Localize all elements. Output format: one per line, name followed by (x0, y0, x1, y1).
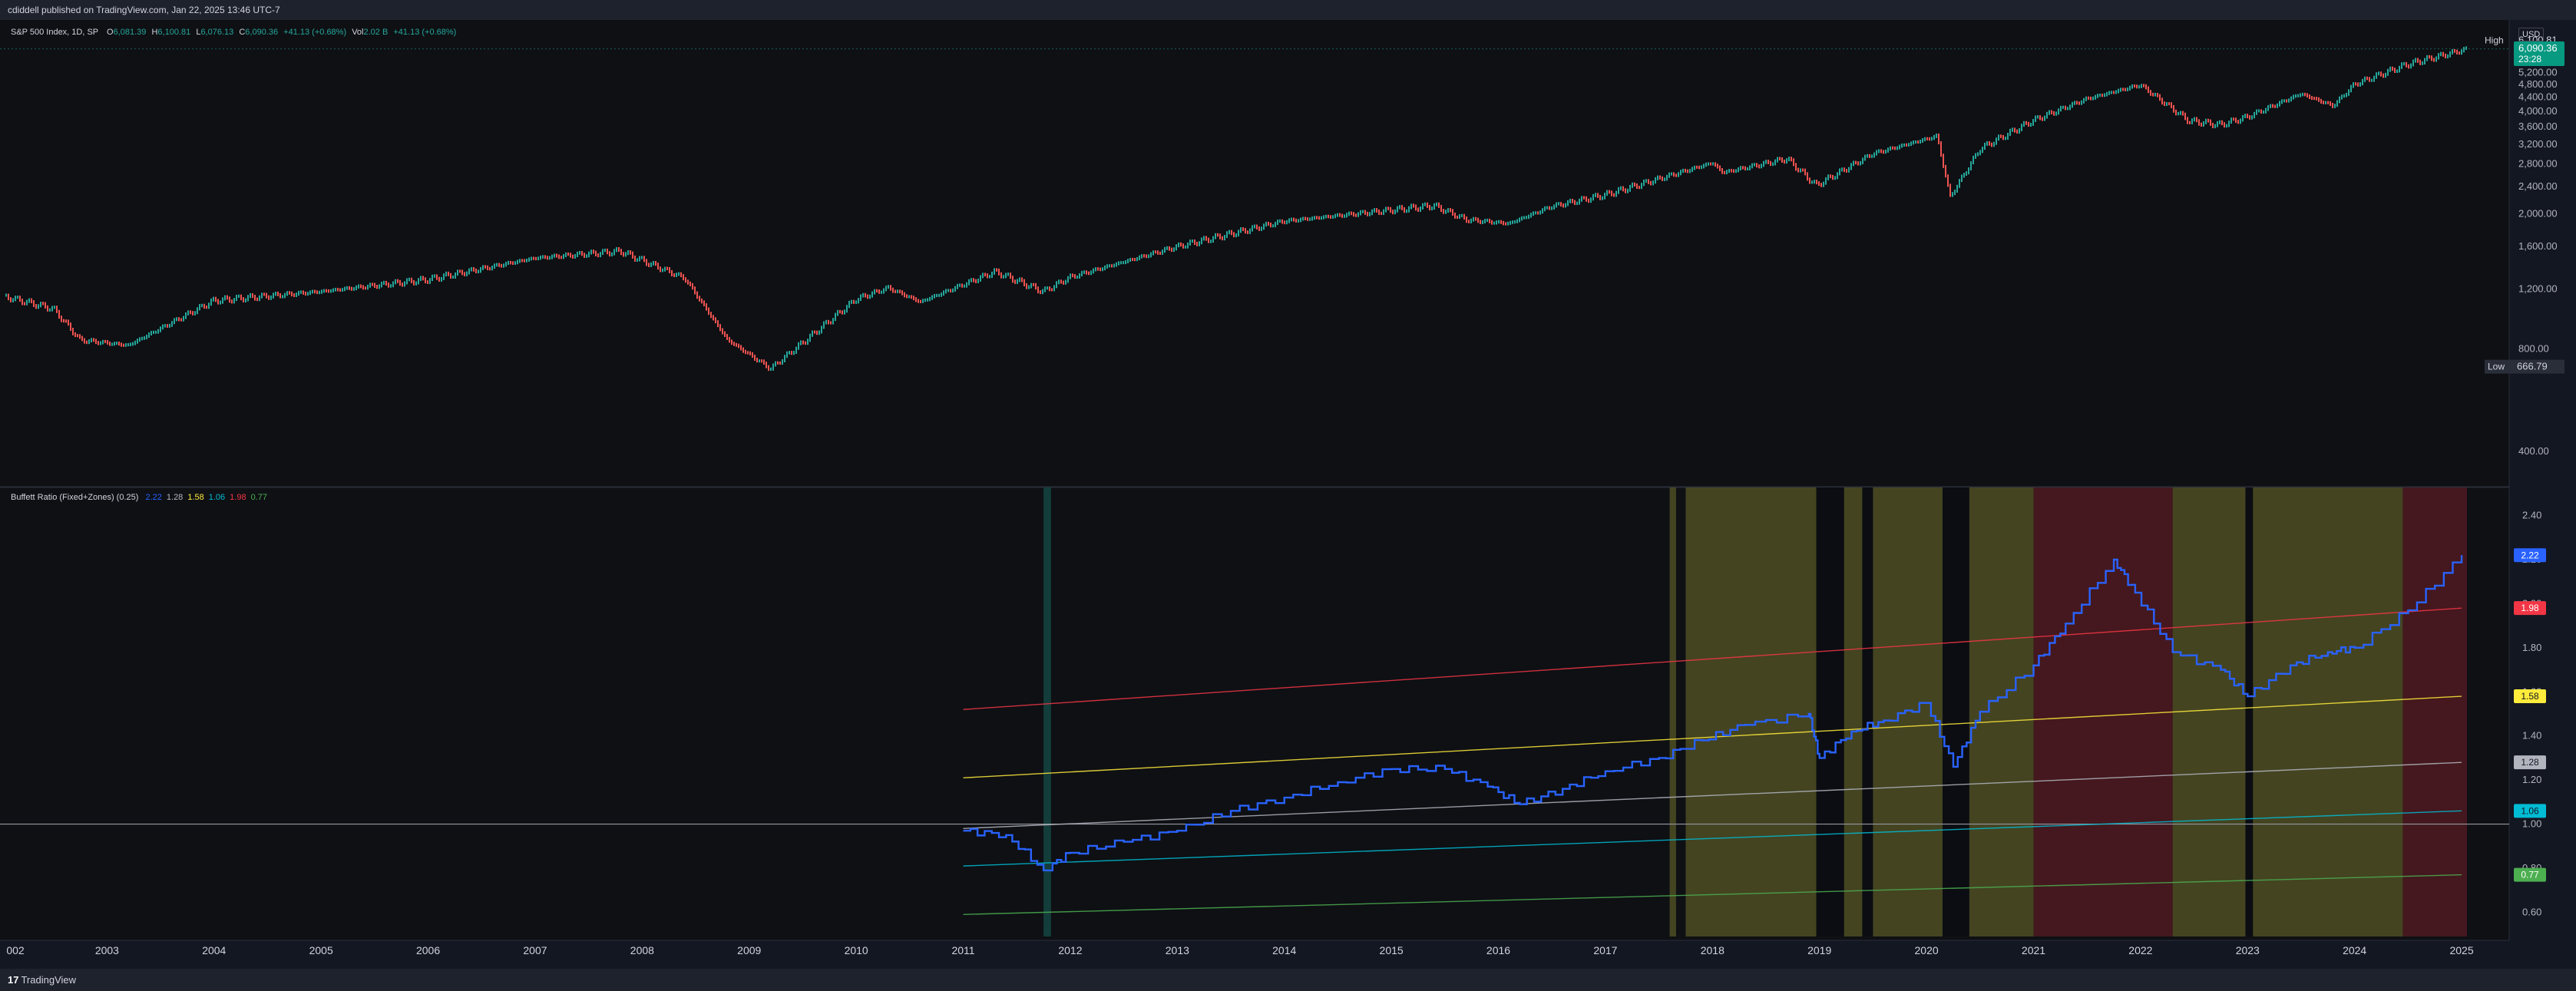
time-tick-label: 2015 (1380, 944, 1404, 956)
zone-yellow (1685, 487, 1817, 936)
price-tick-label: 1,200.00 (2518, 283, 2558, 295)
zone-dark (1862, 487, 1873, 936)
ratio-tick-label: 1.00 (2522, 818, 2541, 830)
price-tick-label: 4,800.00 (2518, 78, 2558, 90)
open-value: 6,081.39 (113, 28, 147, 37)
high-label: High (2485, 35, 2504, 46)
low-label: Low (2488, 362, 2505, 372)
volume-change: +41.13 (+0.68%) (393, 28, 457, 37)
zone-teal (1043, 487, 1051, 936)
price-tick-label: 800.00 (2518, 343, 2549, 355)
price-tick-label: 3,200.00 (2518, 138, 2558, 150)
indicator-value: 1.28 (166, 493, 184, 502)
time-tick-label: 2009 (737, 944, 761, 956)
price-tick-label: 2,000.00 (2518, 207, 2558, 219)
indicator-value: 1.58 (187, 493, 204, 502)
indicator-legend[interactable]: Buffett Ratio (Fixed+Zones) (0.25) 2.22 1… (11, 493, 267, 502)
chart-canvas[interactable]: 400.00 800.00 1,200.00 1,600.00 2,000.00 2,40… (0, 20, 2576, 969)
low-value: 6,076.13 (200, 28, 234, 37)
zone-dark (1943, 487, 1969, 936)
price-tick-label: 4,400.00 (2518, 91, 2558, 103)
price-tick-label: 2,400.00 (2518, 180, 2558, 192)
time-tick-label: 2017 (1593, 944, 1617, 956)
ratio-tick-label: 0.60 (2522, 906, 2541, 917)
time-tick-label: 2018 (1701, 944, 1724, 956)
indicator-title: Buffett Ratio (Fixed+Zones) (0.25) (11, 493, 139, 502)
price-tick-label: 400.00 (2518, 445, 2549, 457)
time-tick-label: 2006 (416, 944, 440, 956)
ratio-badge-text: 0.77 (2521, 870, 2539, 880)
zone-dark (1816, 487, 1844, 936)
zone-yellow (2253, 487, 2403, 936)
open-label: O (107, 28, 114, 37)
time-tick-label: 2011 (951, 944, 974, 956)
time-tick-label: 2025 (2449, 944, 2473, 956)
time-tick-label: 2022 (2128, 944, 2152, 956)
indicator-value: 2.22 (145, 493, 162, 502)
publish-info: cdiddell published on TradingView.com, J… (8, 5, 280, 15)
tradingview-brand: TradingView (21, 974, 77, 986)
change-value: +41.13 (+0.68%) (283, 28, 347, 37)
tradingview-mark: 17 (8, 974, 19, 986)
ratio-badge-text: 1.58 (2521, 691, 2539, 702)
ratio-tick-label: 1.40 (2522, 730, 2541, 742)
time-tick-label: 2013 (1166, 944, 1189, 956)
time-tick-label: 2020 (1915, 944, 1939, 956)
high-value: 6,100.81 (157, 28, 191, 37)
time-tick-label: 2005 (309, 944, 333, 956)
zone-yellow (1844, 487, 1863, 936)
publish-header: cdiddell published on TradingView.com, J… (0, 0, 2576, 20)
volume-value: 2.02 B (363, 28, 389, 37)
zone-yellow (2172, 487, 2246, 936)
indicator-value: 1.98 (230, 493, 246, 502)
indicator-value: 0.77 (250, 493, 267, 502)
ratio-badge-text: 1.98 (2521, 603, 2539, 613)
countdown: 23:28 (2518, 54, 2541, 64)
price-tick-label: 3,600.00 (2518, 121, 2558, 132)
volume-label: Vol (352, 28, 364, 37)
zone-red (2033, 487, 2173, 936)
zone-dark (2245, 487, 2254, 936)
price-pane-bg (0, 20, 2509, 487)
ratio-badge-text: 2.22 (2521, 550, 2539, 560)
price-legend[interactable]: S&P 500 Index, 1D, SP O6,081.39 H6,100.8… (11, 28, 456, 37)
ratio-badge-text: 1.28 (2521, 757, 2539, 768)
ratio-tick-label: 1.80 (2522, 642, 2541, 653)
time-tick-label: 2014 (1272, 944, 1296, 956)
indicator-value: 1.06 (208, 493, 226, 502)
price-tick-label: 5,200.00 (2518, 66, 2558, 78)
footer: 17 TradingView (0, 969, 2576, 991)
tradingview-logo[interactable]: 17 TradingView (8, 974, 76, 986)
time-tick-label: 2019 (1807, 944, 1831, 956)
price-tick-label: 4,000.00 (2518, 105, 2558, 117)
ratio-tick-label: 1.20 (2522, 774, 2541, 785)
low-value: 666.79 (2517, 361, 2548, 372)
last-price-value: 6,090.36 (2518, 42, 2558, 54)
time-tick-label: 2021 (2022, 944, 2045, 956)
symbol-title: S&P 500 Index, 1D, SP (11, 28, 98, 37)
ratio-tick-label: 2.40 (2522, 510, 2541, 521)
time-tick-label: 2003 (95, 944, 119, 956)
time-tick-label: 2004 (202, 944, 226, 956)
time-tick-label: 2016 (1486, 944, 1510, 956)
time-tick-label: 002 (6, 944, 25, 956)
time-tick-label: 2007 (523, 944, 547, 956)
zone-yellow (1969, 487, 2034, 936)
time-tick-label: 2023 (2236, 944, 2260, 956)
zone-red (2402, 487, 2468, 936)
time-tick-label: 2012 (1058, 944, 1082, 956)
time-tick-label: 2010 (845, 944, 868, 956)
indicator-values: 2.22 1.28 1.58 1.06 1.98 0.77 (141, 493, 267, 502)
zone-yellow (1669, 487, 1676, 936)
price-tick-label: 1,600.00 (2518, 240, 2558, 252)
time-tick-label: 2008 (630, 944, 654, 956)
currency-button[interactable]: USD (2518, 28, 2545, 41)
zone-yellow (1873, 487, 1943, 936)
time-tick-label: 2024 (2343, 944, 2366, 956)
price-tick-label: 2,800.00 (2518, 158, 2558, 170)
ratio-badge-text: 1.06 (2521, 805, 2539, 816)
close-value: 6,090.36 (245, 28, 279, 37)
